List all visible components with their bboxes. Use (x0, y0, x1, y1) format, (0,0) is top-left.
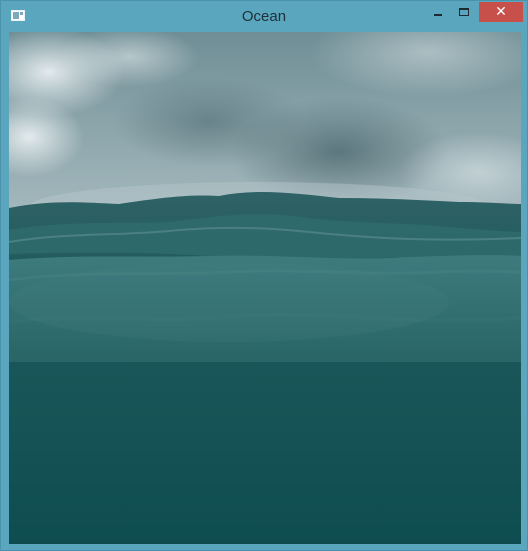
minimize-button[interactable] (425, 2, 451, 22)
title-bar[interactable]: Ocean ✕ (1, 1, 527, 32)
maximize-icon (459, 8, 469, 16)
water-reflection (9, 262, 449, 342)
ocean-scene (9, 32, 521, 544)
minimize-icon (434, 14, 442, 16)
app-window-icon[interactable] (11, 10, 25, 21)
app-window: Ocean ✕ (0, 0, 528, 551)
storm-cloud (114, 77, 304, 167)
close-button[interactable]: ✕ (479, 2, 523, 22)
maximize-button[interactable] (451, 2, 477, 22)
close-icon: ✕ (495, 4, 507, 20)
ocean-render-viewport[interactable] (9, 32, 521, 544)
deep-water (9, 362, 521, 544)
